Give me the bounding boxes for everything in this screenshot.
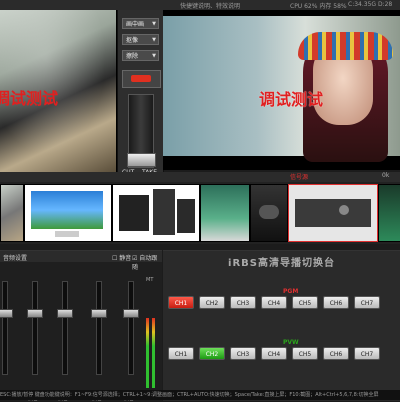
audio-mixer-header: 音频设置 ☐ 静音 ☑ 自动跟随 bbox=[0, 251, 162, 271]
transition-effect-preview[interactable] bbox=[122, 70, 161, 88]
pip-dropdown[interactable]: 画中画 ▼ bbox=[122, 18, 159, 29]
fader-knob[interactable] bbox=[57, 309, 73, 318]
audio-level-meter-left bbox=[146, 318, 149, 388]
source-thumb-3[interactable] bbox=[112, 184, 200, 242]
pgm-button-ch6[interactable]: CH6 bbox=[323, 296, 349, 309]
fader-track bbox=[2, 281, 8, 375]
pgm-button-ch5[interactable]: CH5 bbox=[292, 296, 318, 309]
program-monitor[interactable]: 调试测试 bbox=[163, 10, 400, 170]
fader-track bbox=[32, 281, 38, 375]
mixer-channel-2: 换音 bbox=[26, 269, 43, 402]
mixer-channel-4: 换音 bbox=[90, 269, 107, 402]
status-bar: ESC:播放/暂停 键盘功能键说明：F1~F9:信号源选择；CTRL+1~9:调… bbox=[0, 390, 400, 400]
preview-overlay-text: 调试测试 bbox=[0, 89, 59, 108]
t-bar-track[interactable] bbox=[127, 94, 156, 168]
mute-label: 静音 bbox=[119, 255, 132, 262]
audio-settings-label: 音频设置 bbox=[3, 255, 28, 262]
pgm-button-ch3[interactable]: CH3 bbox=[230, 296, 256, 309]
source-strip-label: 信号源 bbox=[290, 174, 309, 181]
source-thumb-4[interactable] bbox=[200, 184, 250, 242]
chevron-down-icon: ▼ bbox=[152, 21, 156, 27]
equipment-case-1 bbox=[119, 195, 149, 231]
fader-track bbox=[96, 281, 102, 375]
audio-level-meter-right bbox=[152, 318, 155, 388]
fader-track bbox=[128, 281, 134, 375]
pvw-button-ch2[interactable]: CH2 bbox=[199, 347, 225, 360]
pgm-button-ch1[interactable]: CH1 bbox=[168, 296, 194, 309]
pgm-button-ch7[interactable]: CH7 bbox=[354, 296, 380, 309]
system-usage-text: CPU 62% 内存 58% bbox=[290, 3, 347, 10]
zoom-dropdown[interactable]: 0k bbox=[382, 172, 389, 179]
mute-checkbox[interactable]: ☐ 静音 bbox=[112, 253, 131, 262]
source-thumb-2[interactable] bbox=[24, 184, 112, 242]
pvw-button-ch6[interactable]: CH6 bbox=[323, 347, 349, 360]
mixer-channel-3: 换音 bbox=[56, 269, 73, 402]
switcher-panel-image bbox=[295, 199, 371, 227]
mixer-channel-master: 换音 bbox=[122, 269, 139, 402]
pvw-button-ch1[interactable]: CH1 bbox=[168, 347, 194, 360]
transition-controls: 画中画▼ 抠像▼ 擦除▼ CUT TAKE bbox=[117, 10, 164, 180]
pip-dropdown-label: 画中画 bbox=[126, 21, 145, 28]
program-overlay-text: 调试测试 bbox=[259, 90, 324, 109]
disk-space-text: C:34.35G D:28 bbox=[348, 1, 393, 8]
t-bar-handle[interactable] bbox=[127, 153, 156, 167]
meter-label: MT bbox=[146, 277, 154, 283]
pgm-label: PGM bbox=[283, 288, 299, 295]
fader-knob[interactable] bbox=[27, 309, 43, 318]
keying-dropdown[interactable]: 抠像 ▼ bbox=[122, 34, 159, 45]
source-thumb-1[interactable] bbox=[0, 184, 24, 242]
chevron-down-icon: ▼ bbox=[152, 37, 156, 43]
fader-knob[interactable] bbox=[0, 309, 13, 318]
switcher-panel: iRBS高清导播切换台 PGM PVW bbox=[163, 250, 400, 401]
source-strip: 信号源 0k bbox=[0, 172, 400, 244]
pgm-button-ch2[interactable]: CH2 bbox=[199, 296, 225, 309]
source-thumb-7[interactable] bbox=[378, 184, 400, 242]
chevron-down-icon: ▼ bbox=[152, 53, 156, 59]
audio-mixer: 音频设置 ☐ 静音 ☑ 自动跟随 换音 换音 换音 换音 MT bbox=[0, 250, 162, 402]
fader-track bbox=[62, 281, 68, 375]
mixer-channel-1 bbox=[0, 269, 13, 379]
transition-effect-icon bbox=[131, 75, 151, 82]
source-thumb-5[interactable] bbox=[250, 184, 288, 242]
keying-dropdown-label: 抠像 bbox=[126, 37, 139, 44]
pvw-button-ch3[interactable]: CH3 bbox=[230, 347, 256, 360]
pvw-button-ch5[interactable]: CH5 bbox=[292, 347, 318, 360]
wipe-dropdown-label: 擦除 bbox=[126, 53, 139, 60]
shortcut-help-link[interactable]: 快捷键说明、特效说明 bbox=[180, 1, 240, 10]
program-subject-headdress bbox=[298, 32, 393, 60]
switcher-title: iRBS高清导播切换台 bbox=[228, 258, 335, 269]
equipment-case-3 bbox=[177, 199, 195, 233]
monitor-screen-image bbox=[31, 191, 103, 229]
pgm-button-ch4[interactable]: CH4 bbox=[261, 296, 287, 309]
source-thumb-6[interactable] bbox=[288, 184, 378, 242]
pvw-label: PVW bbox=[283, 339, 299, 346]
control-pad-image bbox=[259, 205, 279, 219]
pvw-button-ch7[interactable]: CH7 bbox=[354, 347, 380, 360]
equipment-case-2 bbox=[153, 189, 175, 235]
joystick-image bbox=[339, 205, 349, 215]
source-strip-header bbox=[0, 172, 400, 182]
pvw-button-ch4[interactable]: CH4 bbox=[261, 347, 287, 360]
monitor-stand bbox=[55, 231, 79, 237]
wipe-dropdown[interactable]: 擦除 ▼ bbox=[122, 50, 159, 61]
fader-knob[interactable] bbox=[91, 309, 107, 318]
preview-monitor[interactable]: 调试测试 bbox=[0, 10, 117, 172]
fader-knob[interactable] bbox=[123, 309, 139, 318]
